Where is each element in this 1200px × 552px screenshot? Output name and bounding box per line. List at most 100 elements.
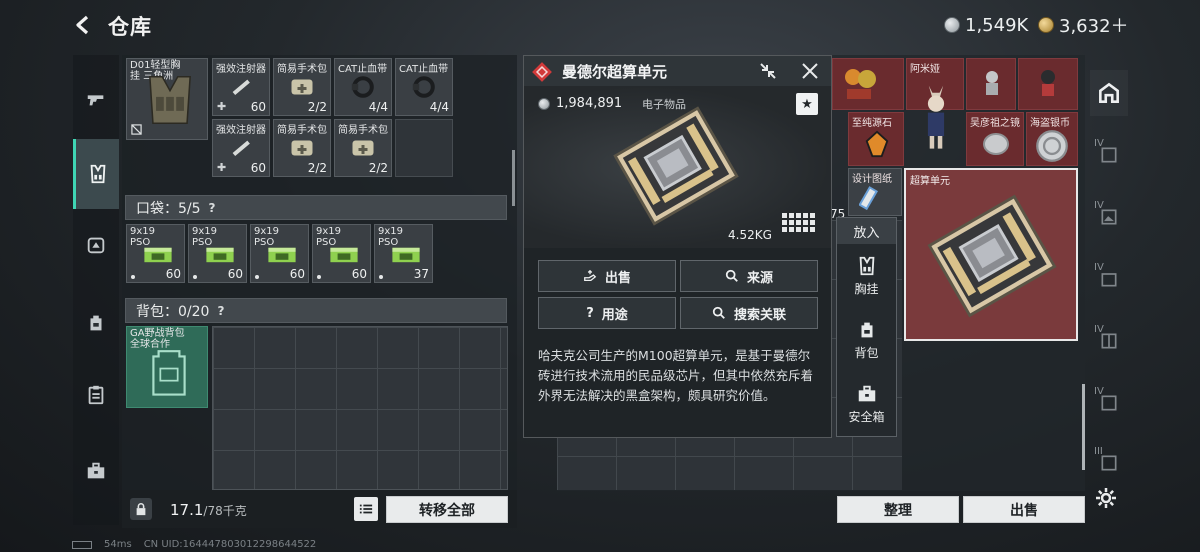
- pocket-header: 口袋：5/5 ?: [125, 195, 507, 220]
- pocket-slot[interactable]: 9x19 PSO 60: [126, 224, 185, 283]
- tab-level-4[interactable]: IV: [1090, 132, 1128, 178]
- help-icon[interactable]: ?: [217, 304, 224, 318]
- container-slot[interactable]: 海盗银币: [1026, 112, 1078, 166]
- tab-level-4b[interactable]: IV: [1090, 194, 1128, 240]
- tab-home[interactable]: [1090, 70, 1128, 116]
- detail-header: 曼德尔超算单元: [524, 56, 831, 86]
- question-icon: ?: [586, 305, 594, 321]
- storage-slot[interactable]: CAT止血带 4/4: [334, 58, 392, 116]
- syringe-icon: [232, 140, 250, 157]
- sell-all-button[interactable]: 出售: [963, 496, 1085, 523]
- slot-label: 吴彦祖之镜: [970, 118, 1020, 129]
- container-slot[interactable]: [832, 58, 904, 110]
- backpack-item-icon: [152, 350, 186, 396]
- category-case[interactable]: [73, 441, 119, 501]
- gold-currency[interactable]: 3,632＋: [1038, 13, 1129, 37]
- tidy-button[interactable]: 整理: [837, 496, 959, 523]
- sell-hand-icon: [584, 269, 597, 282]
- back-arrow-icon[interactable]: [72, 13, 96, 37]
- put-into-safe-box-label: 安全箱: [848, 410, 885, 424]
- tab-level-4e[interactable]: IV: [1090, 380, 1128, 426]
- battery-icon: [72, 540, 92, 549]
- put-into-safe-box[interactable]: 安全箱: [837, 376, 896, 432]
- pocket-slot[interactable]: 9x19 PSO 37: [374, 224, 433, 283]
- storage-slot[interactable]: 简易手术包 2/2: [273, 119, 331, 177]
- item-category: 电子物品: [642, 98, 686, 111]
- tab-level-4d[interactable]: IV: [1090, 318, 1128, 364]
- category-weapons[interactable]: [73, 69, 119, 129]
- pocket-slot[interactable]: 9x19 PSO 60: [188, 224, 247, 283]
- backpack-item-slot[interactable]: GA野战背包 全球合作: [126, 326, 208, 408]
- container-slot[interactable]: [1018, 58, 1078, 110]
- container-slot[interactable]: 至纯源石: [848, 112, 904, 166]
- uid-text: CN UID:1644478030122986445​22: [143, 539, 317, 550]
- storage-slot[interactable]: CAT止血带 4/4: [395, 58, 453, 116]
- list-view-button[interactable]: [354, 497, 378, 521]
- source-button[interactable]: 来源: [680, 260, 818, 292]
- silver-currency: 1,549K: [944, 13, 1028, 37]
- scroll-indicator[interactable]: [512, 150, 515, 206]
- slot-count: 2/2: [368, 161, 388, 175]
- put-into-panel: 放入 胸挂 背包 安全箱: [836, 217, 897, 437]
- put-into-backpack-label: 背包: [854, 346, 879, 360]
- doll-icon: [1041, 70, 1055, 96]
- empty-slot[interactable]: [395, 119, 453, 177]
- transfer-all-button[interactable]: 转移全部: [386, 496, 508, 523]
- plus-icon: ✚: [217, 161, 227, 174]
- backpack-grid[interactable]: [212, 326, 508, 490]
- ping-text: 54ms: [104, 539, 132, 550]
- put-into-header: 放入: [837, 218, 896, 244]
- category-backpack[interactable]: [73, 293, 119, 353]
- container-slot[interactable]: 设计图纸: [848, 168, 902, 216]
- storage-slot[interactable]: 简易手术包 2/2: [334, 119, 392, 177]
- gear-icon[interactable]: [1094, 486, 1118, 510]
- dot-icon: [193, 275, 197, 279]
- help-icon[interactable]: ?: [209, 201, 216, 215]
- use-button[interactable]: ? 用途: [538, 297, 676, 329]
- put-into-backpack[interactable]: 背包: [837, 312, 896, 368]
- favorite-star-button[interactable]: ★: [796, 93, 818, 115]
- blueprint-icon: [859, 186, 878, 211]
- container-slot[interactable]: 吴彦祖之镜: [966, 112, 1024, 166]
- selected-supercomputer-slot[interactable]: 超算单元: [904, 168, 1078, 341]
- weight-max: /78千克: [203, 504, 247, 518]
- search-related-button[interactable]: 搜索关联: [680, 297, 818, 329]
- lock-icon[interactable]: [130, 498, 152, 520]
- toolbox-icon: [858, 385, 875, 402]
- tab-level-4c[interactable]: IV: [1090, 256, 1128, 302]
- slot-label: 海盗银币: [1030, 118, 1070, 129]
- storage-slot[interactable]: 强效注射器 ✚ 60: [212, 58, 270, 116]
- storage-slot[interactable]: 简易手术包 2/2: [273, 58, 331, 116]
- tab-level-3[interactable]: III: [1090, 440, 1128, 486]
- vest-item-slot[interactable]: D01轻型胸挂 三角洲: [126, 58, 208, 140]
- put-into-vest[interactable]: 胸挂: [837, 248, 896, 304]
- collapse-icon[interactable]: [758, 61, 778, 81]
- house-icon: [1099, 82, 1119, 103]
- container-slot[interactable]: [966, 58, 1016, 110]
- category-vest[interactable]: [73, 139, 119, 209]
- close-icon[interactable]: [800, 61, 820, 81]
- rarity-diamond-icon: [532, 62, 552, 82]
- category-helmet[interactable]: [73, 215, 119, 275]
- slot-count: 60: [165, 267, 181, 281]
- slot-count: 60: [227, 267, 243, 281]
- container-scrollbar[interactable]: [1082, 384, 1085, 470]
- slot-count: 4/4: [429, 100, 449, 114]
- sell-button[interactable]: 出售: [538, 260, 676, 292]
- item-description: 哈夫克公司生产的M100超算单元，是基于曼德尔砖进行技术流用的民品级芯片，但其中…: [538, 348, 814, 403]
- item-price-value: 1,984,891: [556, 96, 623, 111]
- pocket-slot[interactable]: 9x19 PSO 60: [250, 224, 309, 283]
- silver-coin-icon: [538, 97, 550, 110]
- figurine-icon: [845, 69, 876, 99]
- ammo-box-icon: [144, 247, 172, 263]
- storage-slot[interactable]: 强效注射器 ✚ 60: [212, 119, 270, 177]
- chest-rig-item-icon: [149, 75, 191, 125]
- item-weight: 4.52KG: [728, 228, 772, 242]
- category-medical[interactable]: [73, 365, 119, 425]
- surgical-kit-icon: [352, 140, 374, 156]
- pocket-slot[interactable]: 9x19 PSO 60: [312, 224, 371, 283]
- supercomputer-unit-icon: [927, 194, 1057, 318]
- character-slot[interactable]: [906, 58, 964, 166]
- search-icon: [725, 269, 738, 282]
- search-icon: [712, 306, 725, 319]
